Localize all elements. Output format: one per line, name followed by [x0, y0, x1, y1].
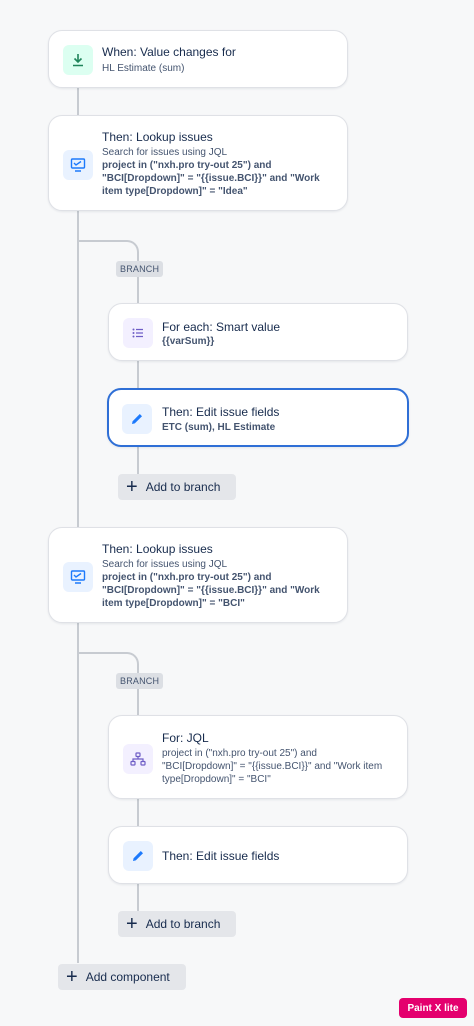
for-each-card[interactable]: For each: Smart value {{varSum}} [108, 303, 408, 361]
download-icon [63, 45, 93, 75]
add-component-label: Add component [85, 970, 170, 984]
lookup-2-jql-line-2: "BCI[Dropdown]" = "{{issue.BCI}}" and "W… [102, 585, 320, 596]
lookup-1-jql-line-1: project in ("nxh.pro try-out 25") and [102, 160, 272, 171]
for-jql-line-3: type[Dropdown]" = "BCI" [162, 774, 271, 785]
plus-icon: + [66, 966, 78, 988]
list-icon [123, 318, 153, 348]
add-component-button[interactable]: + Add component [58, 964, 186, 990]
connector-branch-1 [79, 240, 139, 260]
edit-1-title: Then: Edit issue fields [162, 405, 280, 419]
trigger-subtitle: HL Estimate (sum) [102, 63, 185, 74]
lookup-2-jql-line-1: project in ("nxh.pro try-out 25") and [102, 572, 272, 583]
lookup-1-jql-line-2: "BCI[Dropdown]" = "{{issue.BCI}}" and "W… [102, 173, 320, 184]
plus-icon: + [126, 913, 138, 935]
connector-branch-2 [79, 652, 139, 672]
for-jql-line-2: "BCI[Dropdown]" = "{{issue.BCI}}" and "W… [162, 761, 383, 772]
lookup-issues-card-2[interactable]: Then: Lookup issues Search for issues us… [48, 527, 348, 623]
pencil-icon [122, 404, 152, 434]
monitor-icon [63, 562, 93, 592]
trigger-title: When: Value changes for [102, 45, 236, 59]
for-each-value: {{varSum}} [162, 336, 215, 347]
lookup-1-jql-line-3: item type[Dropdown]" = "Idea" [102, 186, 248, 197]
for-jql-line-1: project in ("nxh.pro try-out 25") and [162, 748, 317, 759]
add-to-branch-button-2[interactable]: + Add to branch [118, 911, 236, 937]
lookup-2-title: Then: Lookup issues [102, 542, 213, 556]
plus-icon: + [126, 476, 138, 498]
branch-tag-1: BRANCH [116, 261, 164, 277]
lookup-2-jql-line-3: item type[Dropdown]" = "BCI" [102, 598, 245, 609]
lookup-issues-card-1[interactable]: Then: Lookup issues Search for issues us… [48, 115, 348, 211]
edit-issue-fields-card-2[interactable]: Then: Edit issue fields [108, 826, 408, 884]
watermark-badge: Paint X lite [399, 998, 467, 1018]
lookup-1-subtitle: Search for issues using JQL [102, 147, 228, 158]
edit-2-title: Then: Edit issue fields [162, 849, 280, 863]
edit-issue-fields-card-1[interactable]: Then: Edit issue fields ETC (sum), HL Es… [107, 388, 409, 447]
hierarchy-icon [123, 744, 153, 774]
edit-1-fields: ETC (sum), HL Estimate [162, 422, 276, 433]
trigger-card[interactable]: When: Value changes for HL Estimate (sum… [48, 30, 348, 88]
add-to-branch-2-label: Add to branch [145, 917, 221, 931]
for-jql-card[interactable]: For: JQL project in ("nxh.pro try-out 25… [108, 715, 408, 799]
lookup-1-title: Then: Lookup issues [102, 130, 213, 144]
for-each-title: For each: Smart value [162, 320, 281, 334]
connector-branch-1-line [137, 258, 139, 488]
monitor-icon [63, 150, 93, 180]
lookup-2-subtitle: Search for issues using JQL [102, 559, 228, 570]
for-jql-title: For: JQL [162, 731, 209, 745]
add-to-branch-1-label: Add to branch [145, 480, 221, 494]
pencil-icon [123, 841, 153, 871]
connector-main [77, 88, 79, 963]
branch-tag-2: BRANCH [116, 673, 164, 689]
add-to-branch-button-1[interactable]: + Add to branch [118, 474, 236, 500]
